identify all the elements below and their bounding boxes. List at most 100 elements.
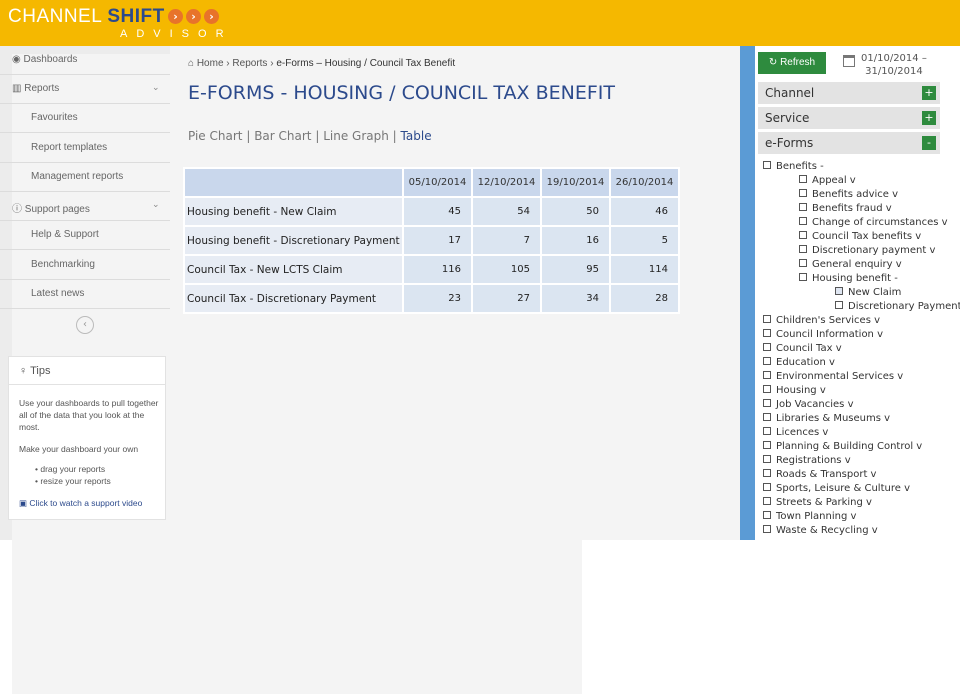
tree-item[interactable]: New Claim [835, 287, 901, 298]
checkbox-icon[interactable] [763, 455, 771, 463]
table-cell: 95 [540, 254, 611, 285]
tree-item[interactable]: Environmental Services v [763, 371, 903, 382]
table-cell: 28 [609, 283, 680, 314]
tree-item[interactable]: Benefits advice v [799, 189, 898, 200]
checkbox-icon[interactable] [799, 217, 807, 225]
checkbox-icon[interactable] [763, 357, 771, 365]
tree-item[interactable]: Council Tax benefits v [799, 231, 921, 242]
checkbox-icon[interactable] [763, 497, 771, 505]
row-label: Housing benefit - Discretionary Payment [183, 225, 404, 256]
tree-item[interactable]: General enquiry v [799, 259, 902, 270]
divider [0, 103, 170, 104]
view-switcher: Pie Chart | Bar Chart | Line Graph | Tab… [188, 129, 432, 143]
checkbox-icon[interactable] [763, 371, 771, 379]
tree-item[interactable]: Streets & Parking v [763, 497, 872, 508]
chevron-down-icon[interactable]: ⌄ [152, 200, 160, 210]
column-header: 12/10/2014 [471, 167, 542, 198]
tree-item[interactable]: Change of circumstances v [799, 217, 948, 228]
table-header-row: 05/10/2014 12/10/2014 19/10/2014 26/10/2… [183, 167, 680, 198]
breadcrumb-home[interactable]: Home [197, 58, 224, 69]
tips-bullet: • drag your reports [35, 464, 106, 474]
checkbox-icon[interactable] [763, 315, 771, 323]
view-bar-chart[interactable]: Bar Chart [254, 129, 311, 143]
checkbox-icon[interactable] [763, 441, 771, 449]
checkbox-icon[interactable] [799, 273, 807, 281]
table-cell: 27 [471, 283, 542, 314]
date-range[interactable]: 01/10/2014 – 31/10/2014 [861, 52, 927, 78]
view-pie-chart[interactable]: Pie Chart [188, 129, 242, 143]
checkbox-icon[interactable] [763, 161, 771, 169]
tree-item[interactable]: Licences v [763, 427, 828, 438]
collapse-eforms-button[interactable]: - [922, 136, 936, 150]
divider [0, 191, 170, 192]
checkbox-icon[interactable] [835, 301, 843, 309]
filter-service[interactable]: Service + [758, 107, 940, 129]
table-row: Council Tax - Discretionary Payment 23 2… [183, 283, 680, 314]
checkbox-icon[interactable] [799, 231, 807, 239]
checked-checkbox-icon[interactable] [835, 287, 843, 295]
refresh-icon: ↻ [768, 57, 781, 68]
info-icon: ⓘ [12, 204, 25, 215]
checkbox-icon[interactable] [763, 329, 771, 337]
tree-item[interactable]: Housing benefit - [799, 273, 898, 284]
tree-item[interactable]: Council Tax v [763, 343, 842, 354]
checkbox-icon[interactable] [763, 511, 771, 519]
checkbox-icon[interactable] [799, 189, 807, 197]
tree-item[interactable]: Housing v [763, 385, 826, 396]
chevron-down-icon[interactable]: ⌄ [152, 83, 160, 93]
tree-item[interactable]: Children's Services v [763, 315, 880, 326]
tree-item[interactable]: Town Planning v [763, 511, 856, 522]
tree-item[interactable]: Libraries & Museums v [763, 413, 890, 424]
tree-item[interactable]: Planning & Building Control v [763, 441, 922, 452]
tree-item[interactable]: Roads & Transport v [763, 469, 876, 480]
checkbox-icon[interactable] [799, 245, 807, 253]
breadcrumb-reports[interactable]: Reports [232, 58, 267, 69]
breadcrumb: ⌂ Home › Reports › e-Forms – Housing / C… [188, 58, 456, 69]
tree-item[interactable]: Registrations v [763, 455, 851, 466]
brand-logo[interactable]: CHANNEL SHIFT [8, 6, 165, 28]
tree-item[interactable]: Education v [763, 357, 835, 368]
tree-item[interactable]: Waste & Recycling v [763, 525, 878, 536]
checkbox-icon[interactable] [799, 203, 807, 211]
table-cell: 17 [402, 225, 473, 256]
chevron-icon: › [168, 9, 183, 24]
checkbox-icon[interactable] [763, 525, 771, 533]
table-row: Housing benefit - Discretionary Payment … [183, 225, 680, 256]
tree-item[interactable]: Council Information v [763, 329, 883, 340]
checkbox-icon[interactable] [763, 343, 771, 351]
tree-item[interactable]: Discretionary Payment [835, 301, 960, 312]
panel-scroll-stripe [740, 46, 755, 540]
tree-item[interactable]: Sports, Leisure & Culture v [763, 483, 910, 494]
view-table[interactable]: Table [401, 129, 432, 143]
checkbox-icon[interactable] [763, 413, 771, 421]
support-video-link[interactable]: ▣ Click to watch a support video [19, 497, 159, 509]
checkbox-icon[interactable] [763, 469, 771, 477]
checkbox-icon[interactable] [763, 427, 771, 435]
collapse-sidebar-button[interactable]: ‹ [76, 316, 94, 334]
tree-item-benefits[interactable]: Benefits - [763, 161, 824, 172]
refresh-button[interactable]: ↻ Refresh [758, 52, 826, 74]
tips-title: ♀ Tips [9, 357, 165, 385]
divider [0, 279, 170, 280]
divider [0, 132, 170, 133]
checkbox-icon[interactable] [799, 259, 807, 267]
checkbox-icon[interactable] [799, 175, 807, 183]
table-header-blank [183, 167, 404, 198]
tree-item[interactable]: Discretionary payment v [799, 245, 935, 256]
expand-service-button[interactable]: + [922, 111, 936, 125]
tree-item[interactable]: Job Vacancies v [763, 399, 854, 410]
calendar-icon[interactable] [843, 55, 855, 67]
filter-channel[interactable]: Channel + [758, 82, 940, 104]
tips-panel: ♀ Tips Use your dashboards to pull toget… [8, 356, 166, 520]
video-icon: ▣ [19, 498, 30, 508]
row-label: Council Tax - New LCTS Claim [183, 254, 404, 285]
expand-channel-button[interactable]: + [922, 86, 936, 100]
tree-item[interactable]: Benefits fraud v [799, 203, 892, 214]
checkbox-icon[interactable] [763, 385, 771, 393]
checkbox-icon[interactable] [763, 483, 771, 491]
filter-eforms[interactable]: e-Forms - [758, 132, 940, 154]
tree-item[interactable]: Appeal v [799, 175, 856, 186]
view-line-graph[interactable]: Line Graph [323, 129, 389, 143]
table-cell: 34 [540, 283, 611, 314]
checkbox-icon[interactable] [763, 399, 771, 407]
